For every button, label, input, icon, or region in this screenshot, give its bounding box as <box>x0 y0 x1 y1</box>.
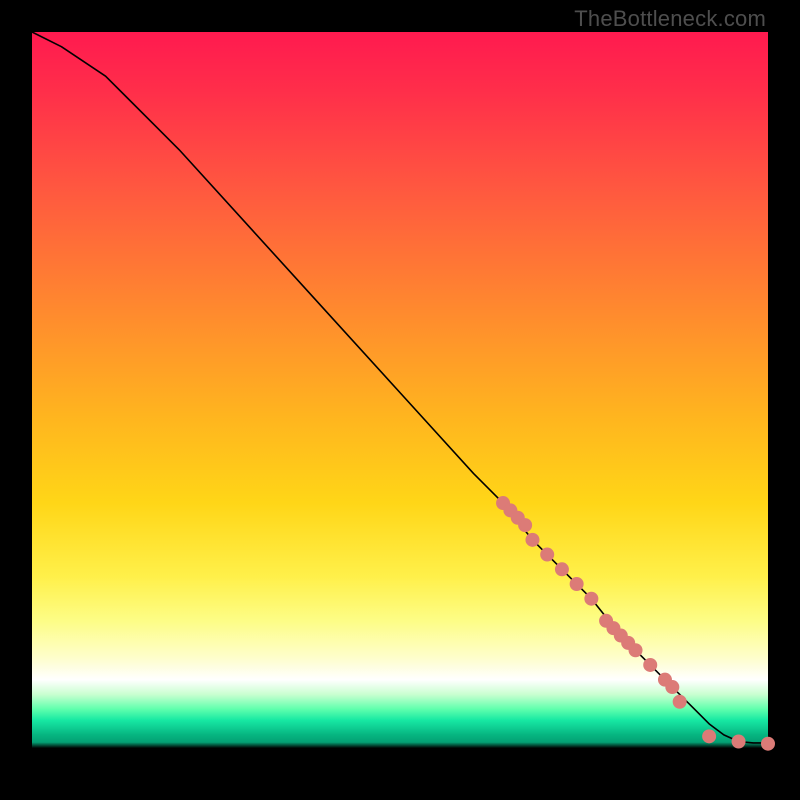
scatter-dot <box>674 696 686 708</box>
scatter-dot <box>556 563 568 575</box>
scatter-dot <box>703 730 715 742</box>
chart-svg <box>32 32 768 768</box>
scatter-dot <box>644 659 656 671</box>
scatter-dot <box>733 736 745 748</box>
chart-stage: TheBottleneck.com <box>0 0 800 800</box>
plot-area <box>32 32 768 768</box>
bottleneck-curve <box>32 32 768 743</box>
scatter-dot <box>541 549 553 561</box>
scatter-dot <box>630 644 642 656</box>
credit-text: TheBottleneck.com <box>574 6 766 32</box>
scatter-dot <box>666 681 678 693</box>
scatter-dot <box>526 534 538 546</box>
scatter-dots <box>497 497 774 750</box>
scatter-dot <box>762 738 774 750</box>
scatter-dot <box>571 578 583 590</box>
scatter-dot <box>585 593 597 605</box>
scatter-dot <box>519 519 531 531</box>
